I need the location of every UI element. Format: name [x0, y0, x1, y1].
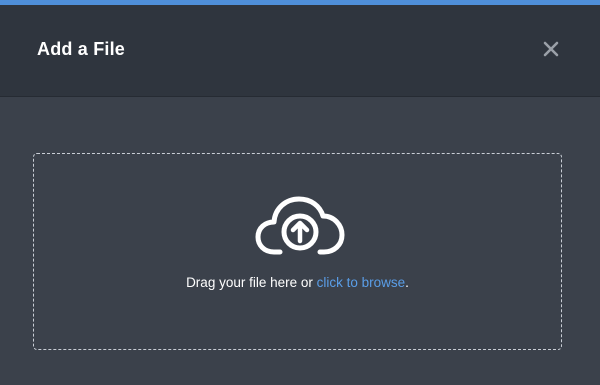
- dropzone-text: Drag your file here or: [186, 275, 317, 290]
- cloud-upload-icon: [254, 194, 346, 260]
- modal-title: Add a File: [37, 39, 126, 59]
- file-dropzone[interactable]: Drag your file here or click to browse.: [33, 153, 562, 350]
- dropzone-instructions: Drag your file here or click to browse.: [34, 275, 561, 290]
- close-button[interactable]: [538, 36, 564, 62]
- close-icon: [538, 36, 564, 62]
- dropzone-text-end: .: [405, 275, 409, 290]
- add-file-modal: Add a File Drag your file here or click …: [0, 0, 600, 385]
- modal-body: Drag your file here or click to browse.: [0, 97, 600, 385]
- browse-link[interactable]: click to browse: [317, 275, 406, 290]
- modal-header: Add a File: [0, 5, 600, 97]
